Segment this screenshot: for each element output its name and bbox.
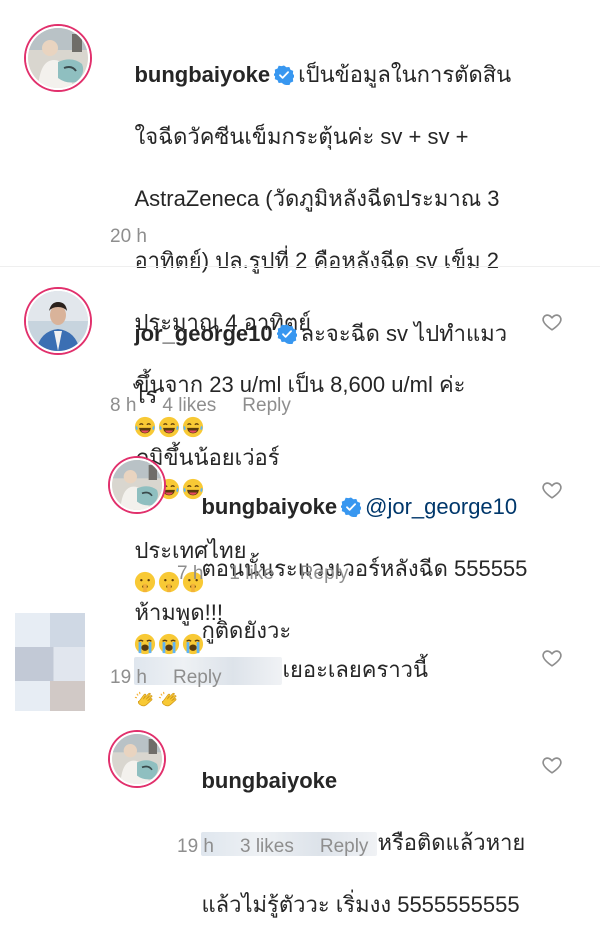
comment-username[interactable]: jor_george10 xyxy=(134,321,272,346)
mention-link[interactable]: @jor_george10 xyxy=(365,494,517,519)
face-with-tears-of-joy-icon xyxy=(134,416,156,438)
clapping-hands-icon xyxy=(158,690,180,712)
heart-outline-icon[interactable] xyxy=(541,754,563,776)
comment-time: 7 h xyxy=(177,563,204,584)
heart-outline-icon[interactable] xyxy=(541,647,563,669)
comment-username[interactable]: bungbaiyoke xyxy=(134,62,270,87)
comment-text-line: ใจฉีดวัคซีนเข็มกระตุ้นค่ะ sv + sv + xyxy=(134,124,469,149)
comment-likes[interactable]: 3 likes xyxy=(240,836,294,858)
comment-time: 19 h xyxy=(177,836,214,857)
comment-text-line: AstraZeneca (วัดภูมิหลังฉีดประมาณ 3 xyxy=(134,186,500,211)
heart-outline-icon[interactable] xyxy=(541,311,563,333)
reply-button[interactable]: Reply xyxy=(320,836,369,858)
comment-username[interactable]: bungbaiyoke xyxy=(201,494,337,519)
avatar[interactable] xyxy=(26,26,90,90)
comment-item: เยอะเลยคราวนี้ 19 h Reply xyxy=(0,605,600,711)
comment-text-line: แล้วไม่รู้ตัววะ เริ่มงง 5555555555 xyxy=(201,892,520,917)
verified-badge-icon xyxy=(277,324,297,344)
comment-text-line: ละจะฉีด sv ไปทำแมว xyxy=(300,321,508,346)
comment-item: bungbaiyoke เป็นข้อมูลในการตัดสิน ใจฉีดวั… xyxy=(0,0,600,397)
face-with-tears-of-joy-icon xyxy=(182,416,204,438)
comment-likes[interactable]: 1 like xyxy=(229,563,273,585)
reply-item: bungbaiyoke @jor_george10 ตอนนั้นระแวงเวอ… xyxy=(0,445,600,643)
heart-outline-icon[interactable] xyxy=(541,479,563,501)
reply-button[interactable]: Reply xyxy=(242,395,291,417)
comment-text-line: เยอะเลยคราวนี้ xyxy=(282,657,429,682)
face-with-tears-of-joy-icon xyxy=(158,416,180,438)
comment-meta: 20 h xyxy=(110,226,173,248)
comment-item: jor_george10 ละจะฉีด sv ไปทำแมว ไร ภูมิขึ… xyxy=(0,267,600,442)
avatar[interactable] xyxy=(110,458,164,512)
comment-text-line: หรือติดแล้วหาย xyxy=(377,830,526,855)
comment-meta: 19 h 3 likes Reply xyxy=(177,836,394,858)
comment-time: 19 h xyxy=(110,667,147,688)
comment-time: 8 h xyxy=(110,395,137,416)
avatar[interactable] xyxy=(26,289,90,353)
comment-likes[interactable]: 4 likes xyxy=(162,395,216,417)
comment-username[interactable]: bungbaiyoke xyxy=(201,768,337,793)
verified-badge-icon xyxy=(341,497,361,517)
reply-item: bungbaiyoke หรือติดแล้วหาย แล้วไม่รู้ตัว… xyxy=(0,720,600,917)
comment-meta: 19 h Reply xyxy=(110,667,248,689)
avatar[interactable] xyxy=(110,732,164,786)
verified-badge-icon xyxy=(274,65,294,85)
avatar-blurred[interactable] xyxy=(15,613,85,711)
comment-text-line: เป็นข้อมูลในการตัดสิน xyxy=(298,62,512,87)
comment-time: 20 h xyxy=(110,226,147,247)
comment-meta: 8 h 4 likes Reply xyxy=(110,395,317,417)
clapping-hands-icon xyxy=(134,690,156,712)
reply-button[interactable]: Reply xyxy=(173,667,222,689)
reply-button[interactable]: Reply xyxy=(300,563,349,585)
comment-meta: 7 h 1 like Reply xyxy=(177,563,374,585)
